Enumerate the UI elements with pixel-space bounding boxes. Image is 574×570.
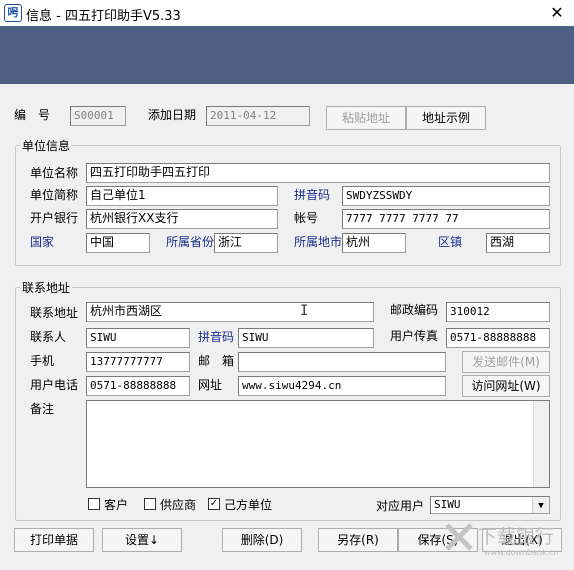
user-select-value: SIWU: [434, 498, 461, 511]
supplier-label: 供应商: [160, 498, 197, 512]
country-label: 国家: [30, 235, 55, 249]
visit-website-button[interactable]: 访问网址(W): [462, 375, 550, 397]
contact-pinyin-label: 拼音码: [198, 330, 235, 344]
user-label: 对应用户: [376, 499, 425, 513]
district-label: 区镇: [438, 235, 463, 249]
watermark-logo-icon: [444, 522, 474, 552]
fax-label: 用户传真: [390, 329, 439, 343]
unit-pinyin-label: 拼音码: [294, 188, 331, 202]
contact-pinyin-field[interactable]: SIWU: [238, 328, 374, 348]
city-field[interactable]: 杭州: [342, 233, 406, 253]
account-field[interactable]: 7777 7777 7777 77: [342, 209, 550, 229]
own-unit-checkbox[interactable]: ✓: [208, 498, 220, 510]
header-banner: [0, 26, 574, 84]
supplier-checkbox[interactable]: [144, 498, 156, 510]
website-label: 网址: [198, 378, 223, 392]
note-scrollbar[interactable]: [533, 401, 549, 487]
number-field[interactable]: S00001: [70, 106, 126, 126]
city-label: 所属地市: [294, 235, 343, 249]
phone-field[interactable]: 0571-88888888: [86, 376, 190, 396]
account-label: 帐号: [294, 211, 319, 225]
close-button[interactable]: ✕: [540, 0, 574, 26]
zip-label: 邮政编码: [390, 303, 439, 317]
unit-pinyin-field[interactable]: SWDYZSSWDY: [342, 186, 550, 206]
watermark-text: 下载银行: [478, 526, 555, 548]
unit-short-label: 单位简称: [30, 188, 79, 202]
watermark-url: www.downbank.cn: [484, 548, 559, 557]
website-field[interactable]: www.siwu4294.cn: [238, 376, 446, 396]
note-label: 备注: [30, 402, 55, 416]
contact-title: 联系地址: [20, 279, 73, 296]
address-field[interactable]: 杭州市西湖区: [86, 302, 374, 322]
print-button[interactable]: 打印单据: [14, 528, 94, 552]
date-field[interactable]: 2011-04-12: [206, 106, 310, 126]
chevron-down-icon[interactable]: ▼: [532, 497, 549, 513]
own-unit-label: 己方单位: [224, 498, 273, 512]
fax-field[interactable]: 0571-88888888: [446, 328, 550, 348]
unit-info-title: 单位信息: [20, 137, 73, 154]
contact-person-label: 联系人: [30, 330, 67, 344]
email-label: 邮 箱: [198, 354, 235, 368]
customer-label: 客户: [104, 498, 129, 512]
province-label: 所属省份: [166, 235, 215, 249]
mobile-field[interactable]: 13777777777: [86, 352, 190, 372]
note-textarea[interactable]: [86, 400, 550, 488]
district-field[interactable]: 西湖: [486, 233, 550, 253]
date-label: 添加日期: [148, 108, 197, 122]
unit-name-label: 单位名称: [30, 166, 79, 180]
downbank-watermark: 下载银行 www.downbank.cn: [442, 520, 574, 570]
email-field[interactable]: [238, 352, 446, 372]
address-label: 联系地址: [30, 306, 79, 320]
address-example-button[interactable]: 地址示例: [406, 106, 486, 130]
app-icon: 呺: [4, 4, 22, 22]
unit-short-field[interactable]: 自己单位1: [86, 186, 278, 206]
settings-button[interactable]: 设置↓: [102, 528, 182, 552]
customer-checkbox[interactable]: [88, 498, 100, 510]
bank-field[interactable]: 杭州银行XX支行: [86, 209, 278, 229]
country-field[interactable]: 中国: [86, 233, 150, 253]
paste-address-button[interactable]: 粘贴地址: [326, 106, 406, 130]
user-select[interactable]: SIWU ▼: [430, 496, 550, 514]
bank-label: 开户银行: [30, 211, 79, 225]
delete-button[interactable]: 删除(D): [222, 528, 302, 552]
window-title: 信息 - 四五打印助手V5.33: [26, 9, 181, 24]
unit-name-field[interactable]: 四五打印助手四五打印: [86, 163, 550, 183]
mobile-label: 手机: [30, 354, 55, 368]
text-cursor-icon: I: [300, 303, 309, 319]
save-as-button[interactable]: 另存(R): [318, 528, 398, 552]
zip-field[interactable]: 310012: [446, 302, 550, 322]
number-label: 编 号: [14, 108, 51, 122]
province-field[interactable]: 浙江: [214, 233, 278, 253]
phone-label: 用户电话: [30, 378, 79, 392]
send-mail-button[interactable]: 发送邮件(M): [462, 351, 550, 373]
contact-person-field[interactable]: SIWU: [86, 328, 190, 348]
